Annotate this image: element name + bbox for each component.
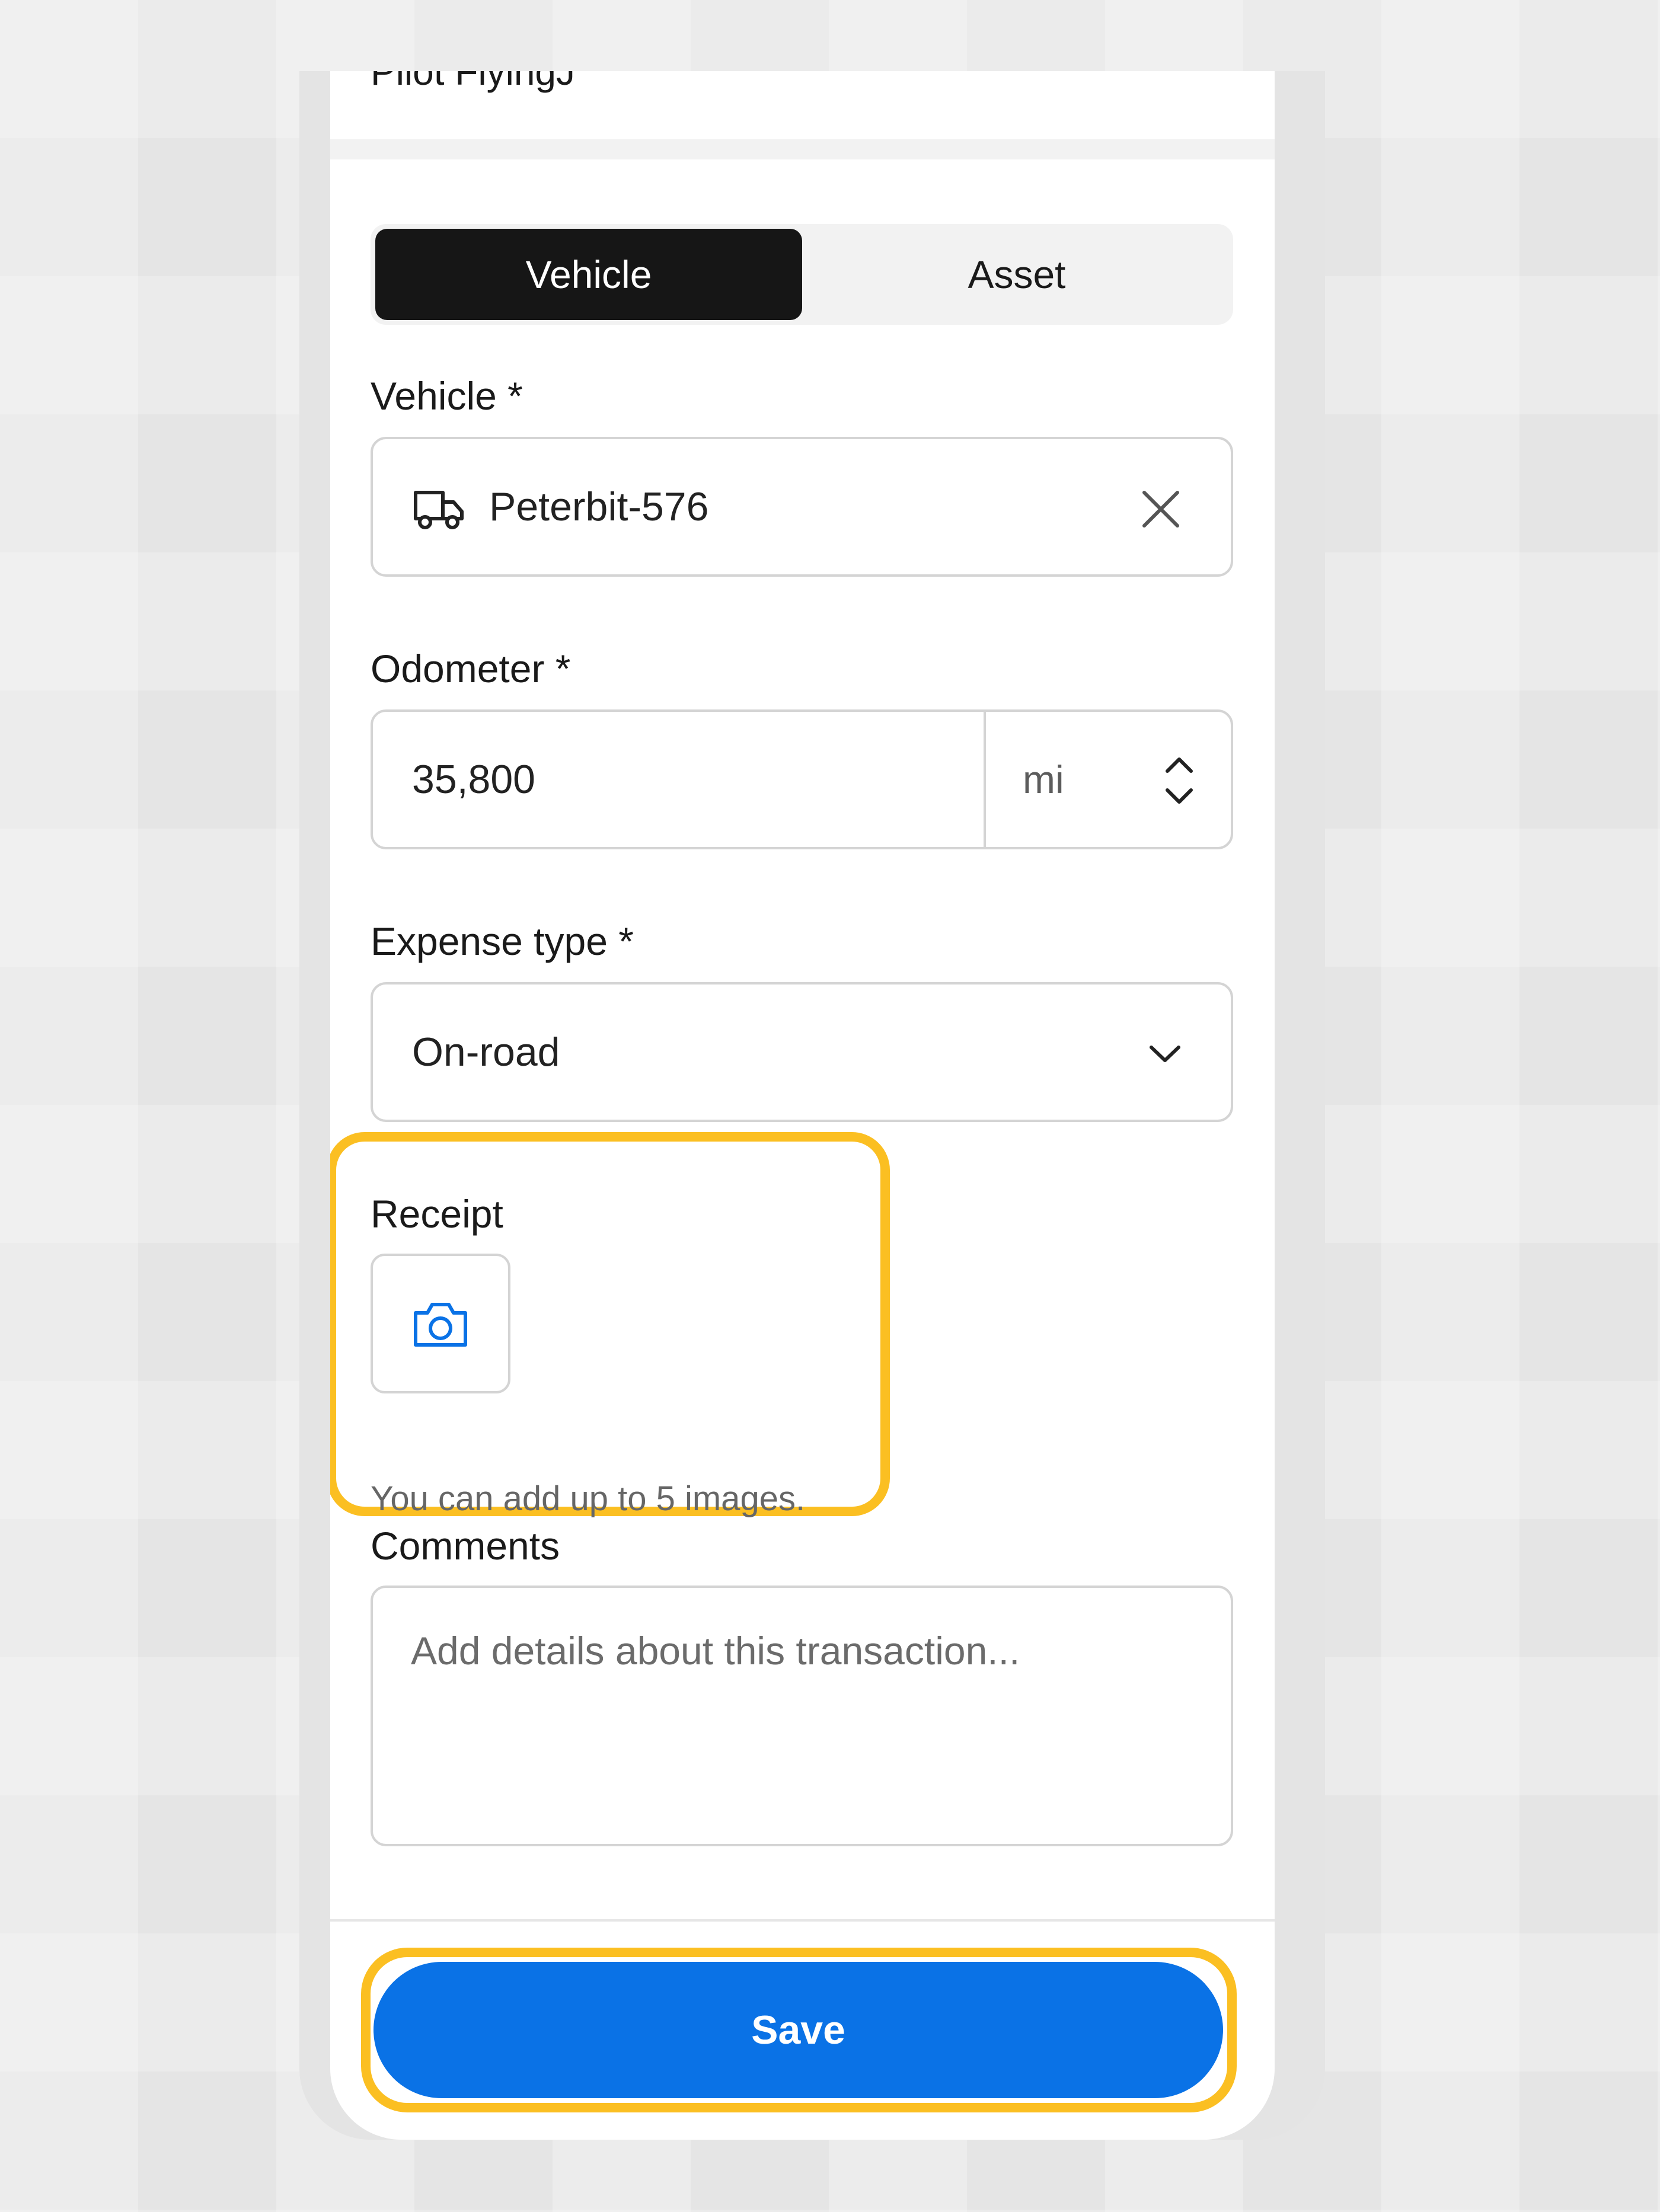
comments-label: Comments (371, 1524, 560, 1568)
expense-type-label: Expense type * (371, 919, 634, 963)
chevron-up-down-icon[interactable] (1161, 752, 1197, 809)
odometer-unit[interactable]: mi (1023, 757, 1064, 802)
receipt-label: Receipt (371, 1192, 503, 1236)
segment-vehicle[interactable]: Vehicle (375, 229, 802, 320)
camera-icon (414, 1303, 467, 1347)
odometer-label: Odometer * (371, 647, 571, 691)
expense-type-value: On-road (412, 1030, 560, 1075)
vehicle-label: Vehicle * (371, 374, 523, 418)
odometer-divider (984, 712, 986, 847)
truck-icon (414, 491, 464, 529)
expense-type-select[interactable]: On-road (371, 982, 1233, 1122)
footer-divider (330, 1919, 1275, 1922)
save-highlight (361, 1948, 1237, 2112)
vehicle-value: Peterbit-576 (489, 484, 709, 529)
segment-asset[interactable]: Asset (806, 229, 1228, 320)
vehicle-asset-toggle: Vehicle Asset (371, 224, 1233, 325)
odometer-input[interactable]: 35,800 (412, 756, 535, 803)
previous-section-title: Pilot FlyingJ (371, 71, 575, 93)
close-icon[interactable] (1138, 487, 1183, 532)
expense-form-sheet: Pilot FlyingJ Vehicle Asset Vehicle * Pe… (330, 71, 1275, 2140)
section-divider (330, 139, 1275, 159)
chevron-down-icon (1150, 1046, 1180, 1062)
receipt-hint: You can add up to 5 images. (371, 1479, 806, 1518)
vehicle-field[interactable]: Peterbit-576 (371, 437, 1233, 577)
add-receipt-button[interactable] (371, 1254, 510, 1393)
odometer-field: 35,800 mi (371, 709, 1233, 849)
comments-textarea[interactable] (371, 1586, 1233, 1846)
